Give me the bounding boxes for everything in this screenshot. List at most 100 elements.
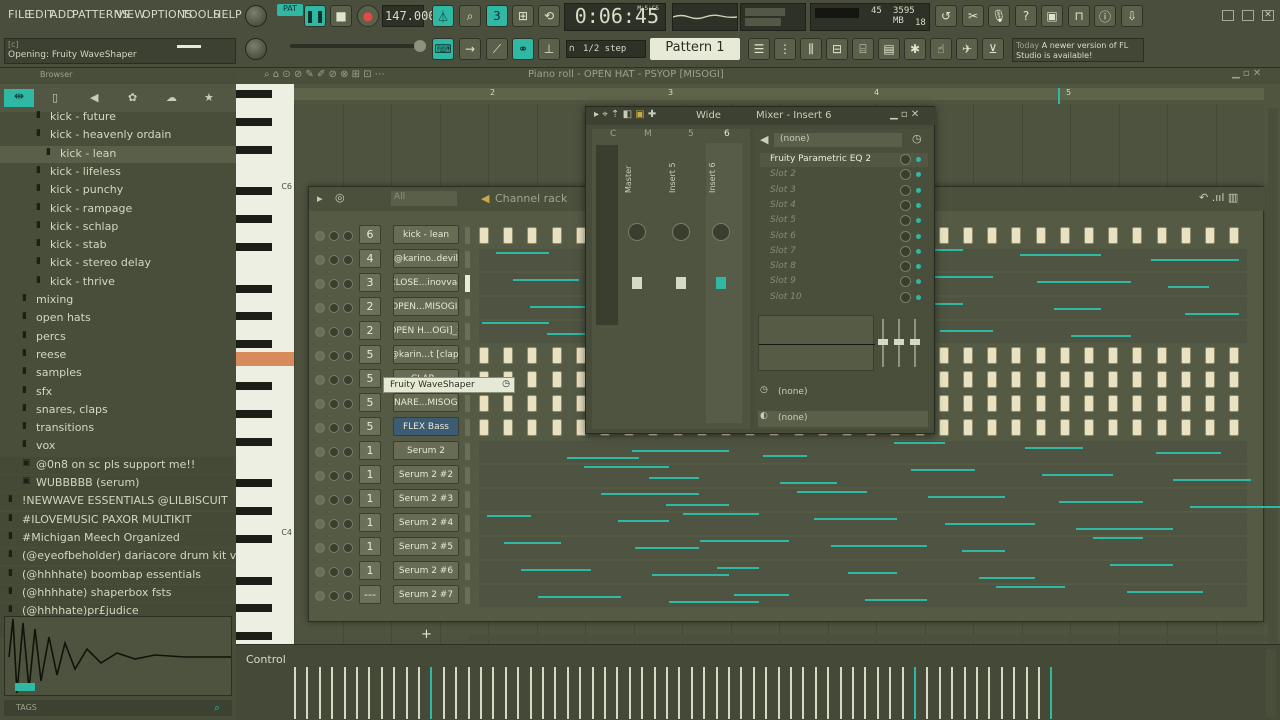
note-preview[interactable] [479, 465, 1251, 487]
velocity-bar[interactable] [294, 667, 296, 719]
channel-led[interactable] [315, 231, 325, 241]
step-button[interactable] [1084, 371, 1094, 388]
channel-led[interactable] [315, 327, 325, 337]
step-button[interactable] [1180, 371, 1191, 388]
volume-knob[interactable] [343, 231, 353, 241]
tab-plugin-database[interactable]: ◀ [90, 91, 98, 104]
pan-knob[interactable] [329, 471, 339, 481]
slot-led[interactable] [916, 187, 921, 193]
channel-led[interactable] [315, 471, 325, 481]
channel-led[interactable] [315, 423, 325, 433]
step-button[interactable] [963, 419, 973, 436]
channel-led[interactable] [315, 255, 325, 265]
note-preview[interactable] [479, 585, 1247, 607]
volume-knob[interactable] [343, 303, 353, 313]
channel-select-indicator[interactable] [465, 395, 470, 412]
step-button[interactable] [1205, 371, 1215, 388]
step-button[interactable] [1084, 227, 1094, 244]
velocity-bar[interactable] [1025, 667, 1028, 719]
velocity-bar[interactable] [442, 667, 445, 719]
browser-item[interactable]: ▮ kick - rampage [0, 201, 236, 218]
mixer-track-number[interactable]: 1 [359, 489, 381, 508]
undo-button[interactable]: ↺ [935, 5, 957, 27]
black-key[interactable] [236, 507, 272, 515]
step-button[interactable] [1156, 347, 1167, 364]
step-button[interactable] [1132, 395, 1143, 412]
mixer-track-number[interactable]: 6 [359, 225, 381, 244]
volume-knob[interactable] [343, 375, 353, 385]
browser-item[interactable]: ▮ !NEWWAVE ESSENTIALS @LILBISCUIT [0, 493, 236, 511]
browser-item[interactable]: ▮ kick - lean [0, 145, 236, 163]
volume-knob[interactable] [343, 279, 353, 289]
channel-name-button[interactable]: FLEX Bass [393, 417, 459, 436]
velocity-bar[interactable] [827, 667, 830, 719]
note-preview[interactable] [479, 537, 1247, 559]
swing-knob-icon[interactable]: ◎ [335, 191, 345, 204]
step-button[interactable] [1059, 419, 1070, 436]
browser-item[interactable]: ▣ WUBBBBB (serum) [0, 475, 236, 492]
metronome-button[interactable]: ⏃ [432, 5, 454, 27]
velocity-bar[interactable] [380, 667, 383, 719]
black-key[interactable] [236, 117, 272, 126]
step-button[interactable] [987, 227, 998, 244]
channel-select-indicator[interactable] [465, 467, 470, 484]
volume-knob[interactable] [343, 423, 353, 433]
channel-led[interactable] [315, 351, 325, 361]
channel-row[interactable]: 1 Serum 2 #2 [309, 465, 1265, 487]
slot-led[interactable] [916, 264, 921, 270]
channel-row[interactable]: 1 Serum 2 #5 [309, 537, 1265, 559]
pan-knob[interactable] [329, 255, 339, 265]
mixer-button[interactable]: ⫼ [800, 38, 822, 60]
velocity-bar[interactable] [1000, 667, 1003, 719]
step-button[interactable] [1011, 227, 1022, 244]
browser-item[interactable]: ▮ #Michigan Meech Organized [0, 529, 236, 547]
download-button[interactable]: ⇩ [1121, 5, 1143, 27]
step-button[interactable] [963, 347, 973, 364]
channel-filter[interactable]: All [391, 191, 457, 206]
tab-current-project[interactable]: ▯ [52, 91, 58, 104]
mixer-track-number[interactable]: 5 [359, 345, 381, 364]
volume-knob[interactable] [343, 567, 353, 577]
step-button[interactable] [1132, 347, 1143, 364]
volume-knob[interactable] [343, 255, 353, 265]
velocity-bar[interactable] [802, 667, 805, 719]
pan-knob[interactable] [329, 399, 339, 409]
channel-row[interactable]: 1 Serum 2 #4 [309, 513, 1265, 535]
step-button[interactable] [1229, 227, 1240, 244]
step-button[interactable] [527, 347, 538, 364]
velocity-bar[interactable] [839, 667, 842, 719]
master-volume-knob[interactable] [245, 5, 267, 27]
mixer-track-number[interactable]: 2 [359, 297, 381, 316]
slot-led[interactable] [916, 202, 921, 208]
volume-fader[interactable] [676, 277, 686, 289]
velocity-bar[interactable] [504, 667, 507, 719]
link-button[interactable]: ⚭ [512, 38, 534, 60]
plugin-picker-button[interactable]: ⌸ [852, 38, 874, 60]
step-button[interactable] [1084, 419, 1094, 436]
channel-name-button[interactable]: Serum 2 #7 [393, 585, 459, 604]
note-preview[interactable] [479, 489, 1280, 511]
effect-slot[interactable]: Slot 3 [760, 184, 928, 198]
step-button[interactable] [1059, 227, 1070, 244]
velocity-bar[interactable] [306, 667, 309, 719]
browser-item[interactable]: ▮ (@eyeofbeholder) dariacore drum kit v4 [0, 548, 236, 566]
step-button[interactable] [1108, 227, 1119, 244]
step-button[interactable] [1011, 419, 1022, 436]
browser-item[interactable]: ▮ kick - stereo delay [0, 255, 236, 272]
velocity-bar[interactable] [343, 667, 346, 719]
velocity-bar[interactable] [517, 667, 520, 719]
effect-slot[interactable]: Slot 10 [760, 291, 928, 305]
step-button[interactable] [1180, 347, 1191, 364]
step-button[interactable] [503, 347, 514, 364]
step-button[interactable] [1229, 347, 1240, 364]
step-button[interactable] [1035, 347, 1046, 364]
record-button[interactable]: ● [357, 5, 379, 27]
velocity-bar[interactable] [976, 667, 978, 719]
step-button[interactable] [1011, 347, 1022, 364]
velocity-bar[interactable] [368, 667, 371, 719]
step-button[interactable] [551, 347, 562, 364]
step-button[interactable] [1035, 395, 1046, 412]
channel-name-button[interactable]: Serum 2 #6 [393, 561, 459, 580]
channel-rack-button[interactable]: ⋮ [774, 38, 796, 60]
step-button[interactable] [1035, 371, 1046, 388]
